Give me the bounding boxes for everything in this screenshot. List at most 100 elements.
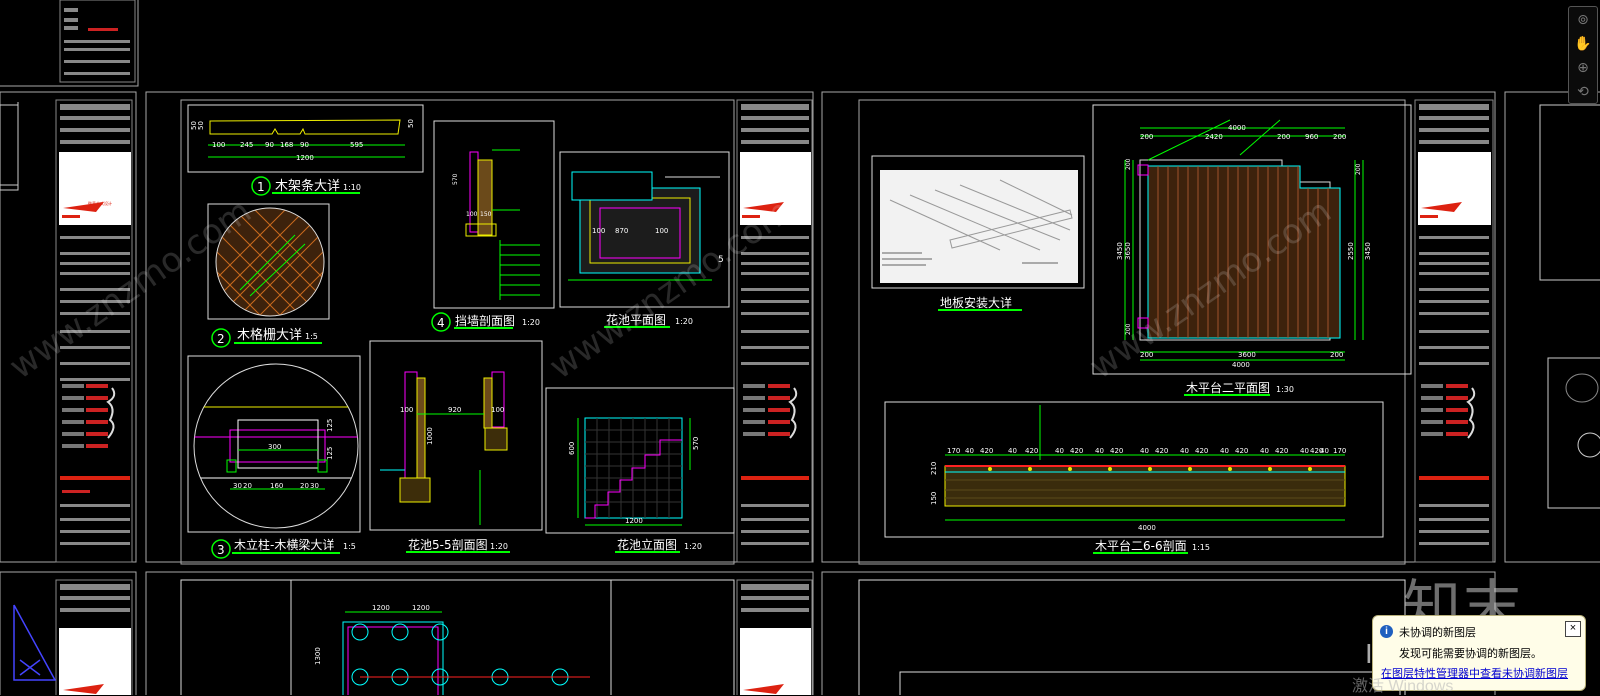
detail-scale: 1:20 [522, 318, 540, 327]
dim-text: 595 [350, 141, 363, 149]
dim-text: 20 [300, 482, 309, 490]
detail-scale: 1:10 [343, 183, 361, 192]
steering-wheel-icon[interactable]: ⊚ [1569, 7, 1597, 31]
dim-text: 420 [980, 447, 993, 455]
dim-text: 210 [930, 462, 938, 475]
left-partial-drawing [0, 102, 19, 191]
detail-6-flower-bed-section: 920 100 100 1000 花池5-5剖面图 1:20 [369, 340, 543, 553]
notification-title: 未协调的新图层 [1399, 627, 1476, 639]
detail-title: 花池立面图 [617, 537, 677, 552]
dim-text: 420 [1275, 447, 1288, 455]
dim-text: 570 [452, 173, 459, 185]
bottom-right-sheet [858, 579, 1406, 695]
dim-text: 960 [1305, 133, 1318, 141]
detail-number: 2 [217, 332, 225, 346]
dim-text: 90 [300, 141, 309, 149]
dim-text: 168 [280, 141, 293, 149]
dim-text: 300 [268, 443, 281, 451]
dim-text: 100 [592, 227, 605, 235]
svg-text:微意方式设计: 微意方式设计 [88, 200, 112, 206]
dim-text: 1000 [426, 427, 434, 445]
dim-text: 870 [615, 227, 628, 235]
dim-text: 40 [1300, 447, 1309, 455]
dim-text: 90 [265, 141, 274, 149]
dim-text: 100 [466, 211, 478, 218]
dim-text: 200 [1330, 351, 1343, 359]
dim-text: 40 [1008, 447, 1017, 455]
detail-scale: 1:20 [675, 317, 693, 326]
dim-text: 420 [1070, 447, 1083, 455]
dim-text: 2420 [1205, 133, 1223, 141]
right-partial-drawing [1539, 104, 1600, 509]
dim-text: 40 [1180, 447, 1189, 455]
dim-text: 200 [1140, 133, 1153, 141]
dim-text: 200 [1277, 133, 1290, 141]
detail-number: 1 [257, 180, 265, 194]
dim-text: 420 [1025, 447, 1038, 455]
dim-text: 420 [1195, 447, 1208, 455]
dim-text: 40 [1140, 447, 1149, 455]
detail-title: 木平台二平面图 [1186, 380, 1270, 395]
dim-text: 570 [692, 437, 700, 450]
dim-text: 420 [1155, 447, 1168, 455]
info-icon: i [1380, 625, 1393, 638]
dim-text: 40 [1320, 447, 1329, 455]
dim-text: 100 [400, 406, 413, 414]
detail-scale: 1:15 [1192, 543, 1210, 552]
close-icon[interactable]: × [1565, 621, 1581, 637]
dim-text: 50 [407, 119, 415, 128]
dim-text: 1200 [412, 604, 430, 612]
detail-4-retaining-wall: 570 100 150 4 挡墙剖面图 1:20 [431, 120, 555, 332]
detail-scale: 1:20 [490, 542, 508, 551]
dim-text: 40 [1260, 447, 1269, 455]
detail-title: 花池5-5剖面图 [408, 537, 488, 552]
dim-text: 1300 [314, 647, 322, 665]
detail-3-post-beam: 300 30 20 160 20 30 125 125 3 木立柱-木横梁大详 … [187, 355, 361, 559]
dim-text: 40 [1095, 447, 1104, 455]
detail-title: 木格栅大详 [237, 327, 302, 343]
dim-text: 4000 [1232, 361, 1250, 369]
orbit-icon[interactable]: ⟲ [1569, 79, 1597, 103]
dim-text: 2550 [1347, 242, 1355, 260]
dim-text: 4000 [1138, 524, 1156, 532]
dim-text: 125 [326, 447, 334, 460]
detail-7-flower-bed-elevation: 1200 600 570 花池立面图 1:20 [545, 387, 735, 553]
dim-text: 600 [568, 442, 576, 455]
detail-scale: 1:5 [305, 332, 318, 341]
title-block-bottom-center [736, 579, 813, 695]
dim-text: 40 [1055, 447, 1064, 455]
dim-text: 100 [491, 406, 504, 414]
title-block-right [1414, 99, 1494, 563]
dim-text: 420 [1235, 447, 1248, 455]
dim-text: 3450 [1116, 242, 1124, 260]
dim-text: 200 [1333, 133, 1346, 141]
dim-text: 30 [233, 482, 242, 490]
dim-text: 1200 [296, 154, 314, 162]
dim-text: 150 [480, 211, 492, 218]
detail-title: 木架条大详 [275, 178, 340, 194]
title-block-bottom-left [55, 579, 133, 695]
detail-8-floor-install: 地板安装大详 [871, 155, 1085, 311]
windows-activation-text: 激活 Windows [1352, 678, 1454, 695]
dim-text: 160 [270, 482, 283, 490]
dim-text: 3450 [1364, 242, 1372, 260]
zoom-icon[interactable]: ⊕ [1569, 55, 1597, 79]
drawing-canvas[interactable]: 微意方式设计 100 245 90 168 90 595 1200 50 50 … [0, 0, 1600, 695]
detail-scale: 1:30 [1276, 385, 1294, 394]
dim-text: 200 [1355, 163, 1362, 175]
title-block-top-left [59, 0, 136, 83]
dim-text: 50 [197, 121, 205, 130]
dim-text: 40 [965, 447, 974, 455]
dim-text: 170 [947, 447, 960, 455]
dim-text: 100 [212, 141, 225, 149]
bottom-left-partial [13, 604, 57, 681]
detail-title: 木立柱-木横梁大详 [234, 537, 334, 552]
detail-number: 3 [217, 543, 225, 557]
dim-text: 150 [930, 492, 938, 505]
dim-text: 170 [1333, 447, 1346, 455]
navigation-bar[interactable]: ⊚ ✋ ⊕ ⟲ [1568, 6, 1598, 104]
dim-text: 3600 [1238, 351, 1256, 359]
pan-hand-icon[interactable]: ✋ [1569, 31, 1597, 55]
dim-text: 125 [326, 419, 334, 432]
dim-text: 420 [1110, 447, 1123, 455]
